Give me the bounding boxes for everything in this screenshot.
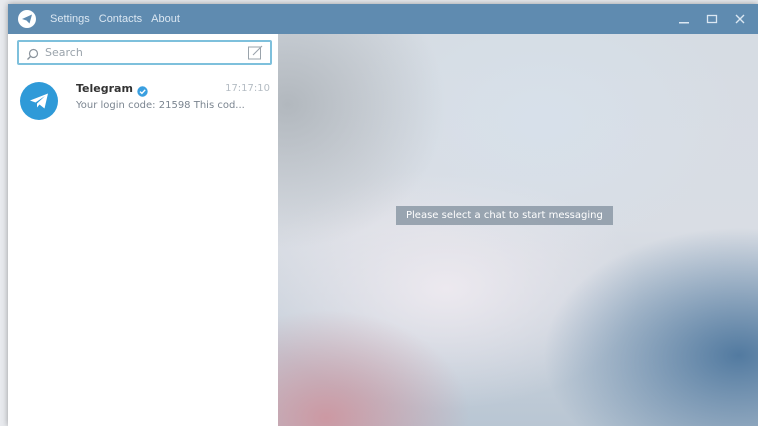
empty-chat-message: Please select a chat to start messaging [396,206,613,225]
chat-list-sidebar: Telegram 17:17:10 Your login code: 21598… [8,34,278,426]
main-menu: Settings Contacts About [50,13,189,25]
minimize-button[interactable] [670,4,698,34]
paper-plane-icon [30,93,48,109]
close-icon [735,14,745,24]
chat-list-item[interactable]: Telegram 17:17:10 Your login code: 21598… [8,78,278,126]
chat-timestamp: 17:17:10 [225,83,270,94]
search-icon [26,46,39,65]
minimize-icon [679,22,689,24]
message-area: Please select a chat to start messaging [278,34,758,426]
maximize-button[interactable] [698,4,726,34]
window-controls [670,4,754,34]
menu-settings[interactable]: Settings [50,13,90,25]
telegram-window: Settings Contacts About Search Telegram … [8,4,758,426]
close-button[interactable] [726,4,754,34]
compose-icon [248,45,263,60]
chat-name: Telegram [76,82,133,95]
new-message-button[interactable] [247,44,264,65]
search-box[interactable] [17,40,272,65]
avatar [20,82,58,120]
telegram-logo-icon [18,10,36,28]
search-input[interactable] [45,44,235,61]
maximize-icon [706,14,718,24]
title-bar[interactable]: Settings Contacts About [8,4,758,34]
chat-last-message: Your login code: 21598 This cod... [76,100,245,111]
menu-about[interactable]: About [151,13,180,25]
menu-contacts[interactable]: Contacts [99,13,142,25]
verified-badge-icon [137,82,148,101]
